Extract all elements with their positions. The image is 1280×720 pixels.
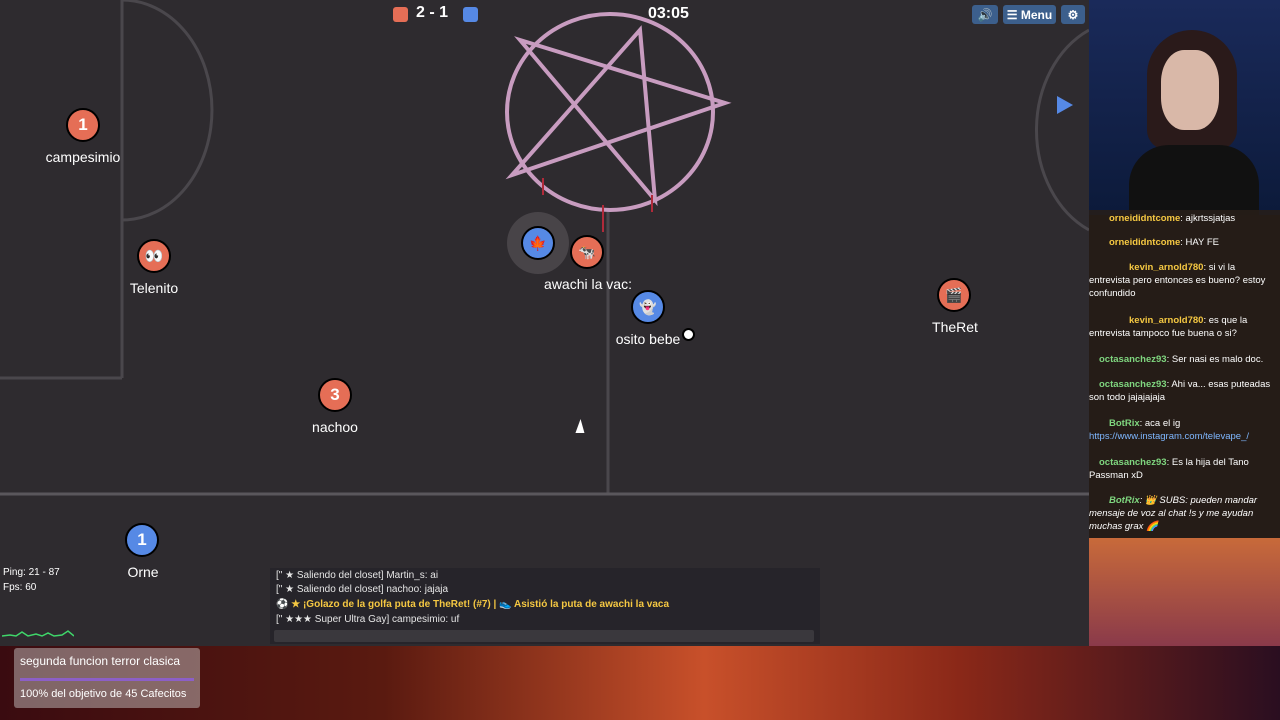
streamer-face — [1161, 50, 1219, 130]
blue-score: 1 — [439, 4, 449, 21]
sound-button[interactable]: 🔊 — [972, 5, 998, 24]
fps-text: Fps: 60 — [3, 582, 37, 593]
menu-button[interactable]: ☰ Menu — [1003, 5, 1056, 24]
chat-message: BotRix: 👑 SUBS: pueden mandar mensaje de… — [1089, 494, 1278, 533]
chat-message: kevin_arnold780: si vi la entrevista per… — [1089, 261, 1278, 300]
chat-username: BotRix — [1109, 418, 1140, 429]
stream-background-side — [1089, 538, 1280, 646]
chat-username: octasanchez93 — [1099, 354, 1167, 365]
webcam-feed — [1089, 0, 1280, 215]
player-name: osito bebe — [615, 331, 681, 347]
chat-message: octasanchez93: Ser nasi es malo doc. — [1089, 353, 1278, 366]
chat-message: BotRix: aca el ig https://www.instagram.c… — [1089, 417, 1278, 443]
chat-text: : ajkrtssjatjas — [1180, 213, 1236, 224]
field-lines — [0, 0, 1089, 496]
chat-username: BotRix — [1109, 495, 1140, 506]
blue-team-indicator — [463, 7, 478, 22]
goal-caption: 100% del objetivo de 45 Cafecitos — [20, 688, 187, 700]
game-field[interactable]: 2 - 1 03:05 🔊 ☰ Menu ⚙ 1 campesimio 👀 Te… — [0, 0, 1089, 646]
chat-message: orneididntcome: HAY FE — [1089, 236, 1278, 249]
chat-username: octasanchez93 — [1099, 379, 1167, 390]
settings-button[interactable]: ⚙ — [1061, 5, 1085, 24]
chat-message: orneididntcome: ajkrtssjatjas — [1089, 212, 1278, 225]
player-avatar: 3 — [318, 378, 352, 412]
player-avatar: 👀 — [137, 239, 171, 273]
player-name: nachoo — [312, 419, 358, 435]
log-line-goal: ⚽ ★ ¡Golazo de la golfa puta de TheRet! … — [276, 599, 670, 610]
red-team-indicator — [393, 7, 408, 22]
player-avatar: 👻 — [631, 290, 665, 324]
chat-username: kevin_arnold780 — [1129, 262, 1204, 273]
player-name: awachi la vac: — [544, 276, 632, 292]
log-line: [" ★ Saliendo del closet] nachoo: jajaja — [276, 584, 449, 595]
stream-chat: orneididntcome: ajkrtssjatjas orneididnt… — [1089, 210, 1280, 538]
red-score: 2 — [416, 4, 425, 21]
streamer-body — [1129, 145, 1259, 215]
scoreboard: 2 - 1 03:05 🔊 ☰ Menu ⚙ — [0, 0, 1089, 28]
chat-username: orneididntcome — [1109, 213, 1181, 224]
chat-text: : Ser nasi es malo doc. — [1166, 354, 1264, 365]
chat-username: kevin_arnold780 — [1129, 315, 1204, 326]
game-chat-log: [" ★ Saliendo del closet] Martin_s: ai [… — [270, 568, 820, 644]
log-line: [" ★ Saliendo del closet] Martin_s: ai — [276, 570, 439, 581]
chat-username: octasanchez93 — [1099, 457, 1167, 468]
player-avatar: 🐄 — [570, 235, 604, 269]
chat-message: octasanchez93: Ahi va... esas puteadas s… — [1089, 378, 1278, 404]
pentagram-drawing — [505, 12, 732, 212]
score-separator: - — [429, 4, 435, 21]
goal-progress-bar — [20, 678, 194, 681]
player-name: Orne — [127, 564, 159, 580]
ping-graph — [2, 630, 74, 637]
match-timer: 03:05 — [648, 5, 689, 22]
chat-text: : aca el ig — [1139, 418, 1181, 429]
player-name: campesimio — [45, 149, 121, 165]
player-avatar: 1 — [125, 523, 159, 557]
donation-goal-widget: segunda funcion terror clasica 100% del … — [14, 648, 200, 708]
player-avatar: 1 — [66, 108, 100, 142]
chat-link[interactable]: https://www.instagram.com/televape_/ — [1089, 431, 1249, 442]
chat-message: octasanchez93: Es la hija del Tano Passm… — [1089, 456, 1278, 482]
network-stats: Ping: 21 - 87 Fps: 60 — [3, 565, 60, 595]
log-line: [" ★★★ Super Ultra Gay] campesimio: uf — [276, 614, 460, 625]
game-chat-input[interactable] — [274, 630, 814, 642]
arrow-right-icon — [1057, 96, 1073, 114]
ball — [682, 328, 695, 341]
player-name: TheRet — [932, 319, 978, 335]
chat-username: orneididntcome — [1109, 237, 1181, 248]
player-avatar: 🎬 — [937, 278, 971, 312]
chat-text: : HAY FE — [1180, 237, 1219, 248]
score-display: 2 - 1 — [416, 4, 448, 22]
ping-text: Ping: 21 - 87 — [3, 567, 60, 578]
goal-title: segunda funcion terror clasica — [20, 654, 181, 668]
goal-progress-fill — [20, 678, 194, 681]
player-avatar: 🍁 — [521, 226, 555, 260]
chat-message: kevin_arnold780: es que la entrevista ta… — [1089, 314, 1278, 340]
player-name: Telenito — [129, 280, 179, 296]
